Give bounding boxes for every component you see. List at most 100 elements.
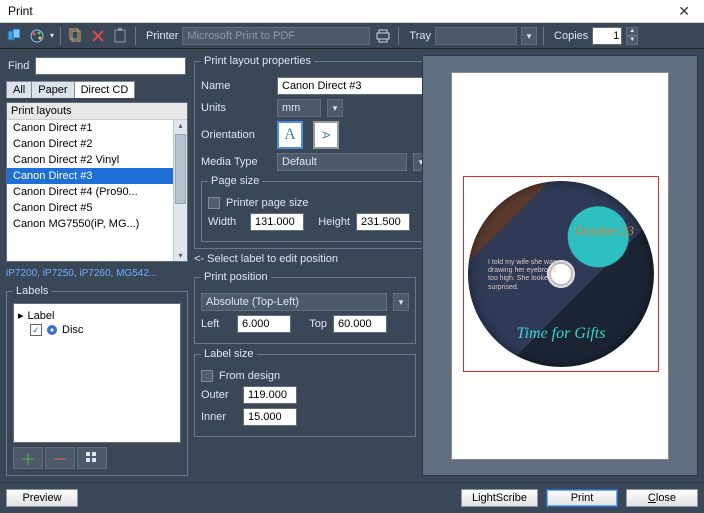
printer-pagesize-checkbox[interactable] (208, 197, 220, 209)
list-item[interactable]: Canon Direct #2 (7, 136, 187, 152)
window-title: Print (8, 4, 672, 18)
units-select[interactable]: mm (277, 99, 321, 117)
props-legend: Print layout properties (201, 55, 314, 67)
dropdown-icon[interactable]: ▾ (521, 27, 537, 45)
orientation-landscape[interactable]: A (313, 121, 339, 149)
paste-icon[interactable] (111, 27, 129, 45)
printer-select[interactable] (182, 27, 370, 45)
props-fieldset: Print layout properties Name Units mm ▾ … (194, 55, 436, 249)
height-label: Height (310, 216, 350, 228)
dropdown-icon[interactable]: ▾ (50, 31, 54, 40)
outer-label: Outer (201, 389, 237, 401)
inner-label: Inner (201, 411, 237, 423)
preview-panel: October 23 I told my wife she was drawin… (422, 55, 698, 476)
position-fieldset: Print position Absolute (Top-Left) ▾ Lef… (194, 271, 416, 344)
list-item[interactable]: Canon Direct #4 (Pro90... (7, 184, 187, 200)
dropdown-icon[interactable]: ▾ (327, 99, 343, 117)
find-label: Find (8, 60, 29, 72)
palette-icon[interactable] (28, 27, 46, 45)
copies-input[interactable] (592, 27, 622, 45)
layouts-header: Print layouts (7, 103, 187, 120)
orientation-portrait[interactable]: A (277, 121, 303, 149)
dropdown-icon[interactable]: ▾ (393, 293, 409, 311)
from-design-checkbox[interactable] (201, 370, 213, 382)
close-rest: lose (656, 492, 676, 504)
list-item[interactable]: Canon MG7550(iP, MG...) (7, 216, 187, 232)
top-label: Top (297, 318, 327, 330)
preview-button[interactable]: Preview (6, 489, 78, 507)
orientation-label: Orientation (201, 129, 271, 141)
printer-label: Printer (146, 30, 178, 42)
dialog-body: Find All Paper Direct CD Print layouts C… (0, 49, 704, 482)
preview-page: October 23 I told my wife she was drawin… (451, 72, 669, 460)
divider (60, 27, 61, 45)
labels-fieldset: Labels ▸ Label ✓ Disc ＋ － (6, 285, 188, 476)
media-label: Media Type (201, 156, 271, 168)
inner-input[interactable] (243, 408, 297, 426)
lightscribe-button[interactable]: LightScribe (461, 489, 538, 507)
label-buttons: ＋ － (13, 447, 181, 469)
labelsize-legend: Label size (201, 348, 257, 360)
tab-all[interactable]: All (6, 81, 32, 98)
select-hint: <- Select label to edit position (194, 253, 416, 265)
tray-select[interactable] (435, 27, 517, 45)
pagesize-legend: Page size (208, 175, 262, 187)
from-design-label: From design (219, 370, 280, 382)
scrollbar[interactable] (173, 120, 187, 261)
disc-icon (46, 324, 58, 336)
disc-title1: October 23 (575, 223, 634, 239)
divider (135, 27, 136, 45)
media-select[interactable]: Default (277, 153, 407, 171)
close-icon[interactable]: ✕ (672, 3, 696, 20)
titlebar: Print ✕ (0, 0, 704, 23)
copies-spinner[interactable]: ▲▼ (626, 27, 638, 45)
tab-directcd[interactable]: Direct CD (74, 81, 136, 98)
mid-column: Print layout properties Name Units mm ▾ … (194, 55, 416, 476)
divider (543, 27, 544, 45)
tree-child-disc[interactable]: ✓ Disc (18, 323, 176, 337)
footer: Preview LightScribe Print Close (0, 482, 704, 513)
tree-root[interactable]: ▸ Label (18, 308, 176, 323)
printer-icon[interactable] (374, 27, 392, 45)
tray-label: Tray (409, 30, 431, 42)
add-button[interactable]: ＋ (13, 447, 43, 469)
delete-icon[interactable] (89, 27, 107, 45)
disc-preview: October 23 I told my wife she was drawin… (468, 181, 654, 367)
name-input[interactable] (277, 77, 429, 95)
list-item[interactable]: Canon Direct #2 Vinyl (7, 152, 187, 168)
layouts-list: Print layouts Canon Direct #1Canon Direc… (6, 102, 188, 262)
label-tree[interactable]: ▸ Label ✓ Disc (13, 303, 181, 443)
position-legend: Print position (201, 271, 271, 283)
left-input[interactable] (237, 315, 291, 333)
list-item[interactable]: Canon Direct #5 (7, 200, 187, 216)
list-item[interactable]: Canon Direct #1 (7, 120, 187, 136)
divider (398, 27, 399, 45)
scrollbar-thumb[interactable] (175, 134, 186, 204)
position-mode-select[interactable]: Absolute (Top-Left) (201, 293, 387, 311)
outer-input[interactable] (243, 386, 297, 404)
width-input[interactable] (250, 213, 304, 231)
print-button[interactable]: Print (546, 489, 618, 507)
print-dialog: Print ✕ ▾ Printer Tray ▾ Copies (0, 0, 704, 513)
tab-paper[interactable]: Paper (31, 81, 74, 98)
save-icon[interactable] (6, 27, 24, 45)
layout-tabs: All Paper Direct CD (6, 81, 188, 98)
remove-button[interactable]: － (45, 447, 75, 469)
layouts-body[interactable]: Canon Direct #1Canon Direct #2Canon Dire… (7, 120, 187, 261)
labelsize-fieldset: Label size From design Outer Inner (194, 348, 416, 437)
copy-icon[interactable] (67, 27, 85, 45)
printer-pagesize-label: Printer page size (226, 197, 309, 209)
close-button[interactable]: Close (626, 489, 698, 507)
find-input[interactable] (35, 57, 186, 75)
folder-icon: ▸ (18, 309, 24, 322)
height-input[interactable] (356, 213, 410, 231)
name-label: Name (201, 80, 271, 92)
disc-smalltext: I told my wife she was drawing her eyebr… (488, 259, 558, 293)
list-item[interactable]: Canon Direct #3 (7, 168, 187, 184)
labels-legend: Labels (13, 285, 51, 297)
copies-label: Copies (554, 30, 588, 42)
grid-button[interactable] (77, 447, 107, 469)
top-input[interactable] (333, 315, 387, 333)
checkbox-icon[interactable]: ✓ (30, 324, 42, 336)
width-label: Width (208, 216, 244, 228)
